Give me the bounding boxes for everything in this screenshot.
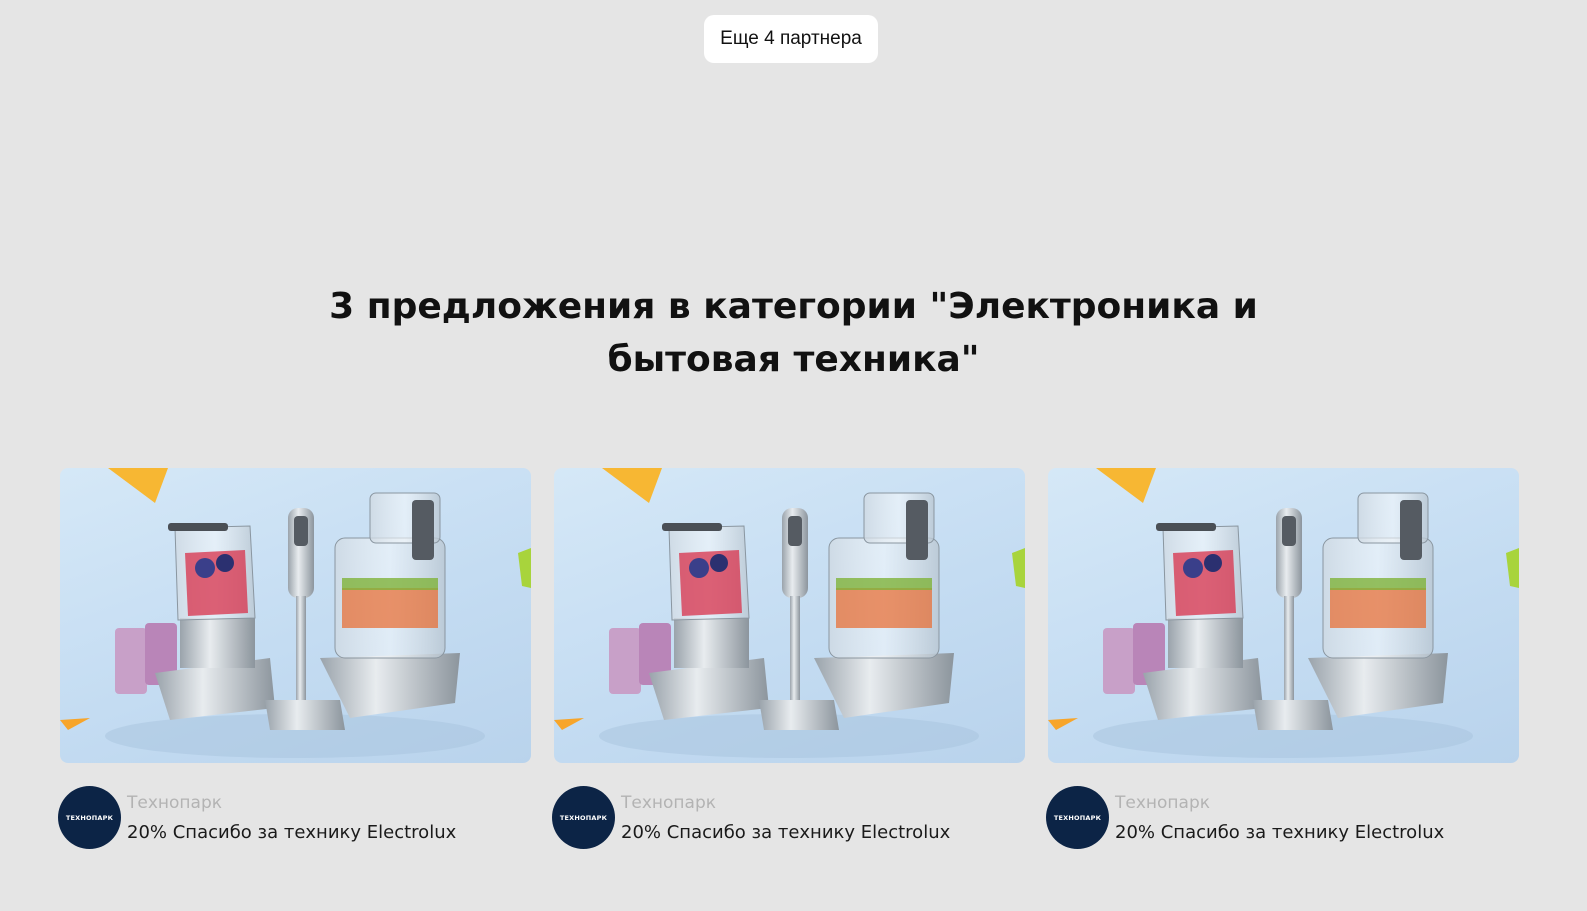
offer-image[interactable] <box>554 468 1025 763</box>
offer-title[interactable]: 20% Спасибо за технику Electrolux <box>1115 822 1444 843</box>
partner-logo-text: ТЕХНОПАРК <box>1053 813 1102 822</box>
offer-card[interactable]: ТЕХНОПАРК Технопарк 20% Спасибо за техни… <box>552 468 1025 850</box>
offer-image[interactable] <box>60 468 531 763</box>
page: Еще 4 партнера 3 предложения в категории… <box>0 0 1587 911</box>
partner-logo-text: ТЕХНОПАРК <box>559 813 608 822</box>
offer-cards: ТЕХНОПАРК Технопарк 20% Спасибо за техни… <box>58 468 1519 850</box>
offer-meta: ТЕХНОПАРК Технопарк 20% Спасибо за техни… <box>1046 786 1519 850</box>
partner-logo: ТЕХНОПАРК <box>552 786 615 849</box>
offer-card[interactable]: ТЕХНОПАРК Технопарк 20% Спасибо за техни… <box>1046 468 1519 850</box>
offer-card[interactable]: ТЕХНОПАРК Технопарк 20% Спасибо за техни… <box>58 468 531 850</box>
offer-title[interactable]: 20% Спасибо за технику Electrolux <box>127 822 456 843</box>
section-title: 3 предложения в категории "Электроника и… <box>329 286 1258 380</box>
offer-title[interactable]: 20% Спасибо за технику Electrolux <box>621 822 950 843</box>
offer-meta: ТЕХНОПАРК Технопарк 20% Спасибо за техни… <box>552 786 1025 850</box>
offer-meta: ТЕХНОПАРК Технопарк 20% Спасибо за техни… <box>58 786 531 850</box>
partner-logo: ТЕХНОПАРК <box>1046 786 1109 849</box>
kitchen-appliances-image <box>60 468 531 758</box>
partner-logo: ТЕХНОПАРК <box>58 786 121 849</box>
more-partners-button[interactable]: Еще 4 партнера <box>704 15 878 63</box>
partner-name: Технопарк <box>621 793 717 813</box>
offer-image[interactable] <box>1048 468 1519 763</box>
partner-name: Технопарк <box>1115 793 1211 813</box>
kitchen-appliances-image <box>1048 468 1519 758</box>
partner-name: Технопарк <box>127 793 223 813</box>
partner-logo-text: ТЕХНОПАРК <box>65 813 114 822</box>
kitchen-appliances-image <box>554 468 1025 758</box>
